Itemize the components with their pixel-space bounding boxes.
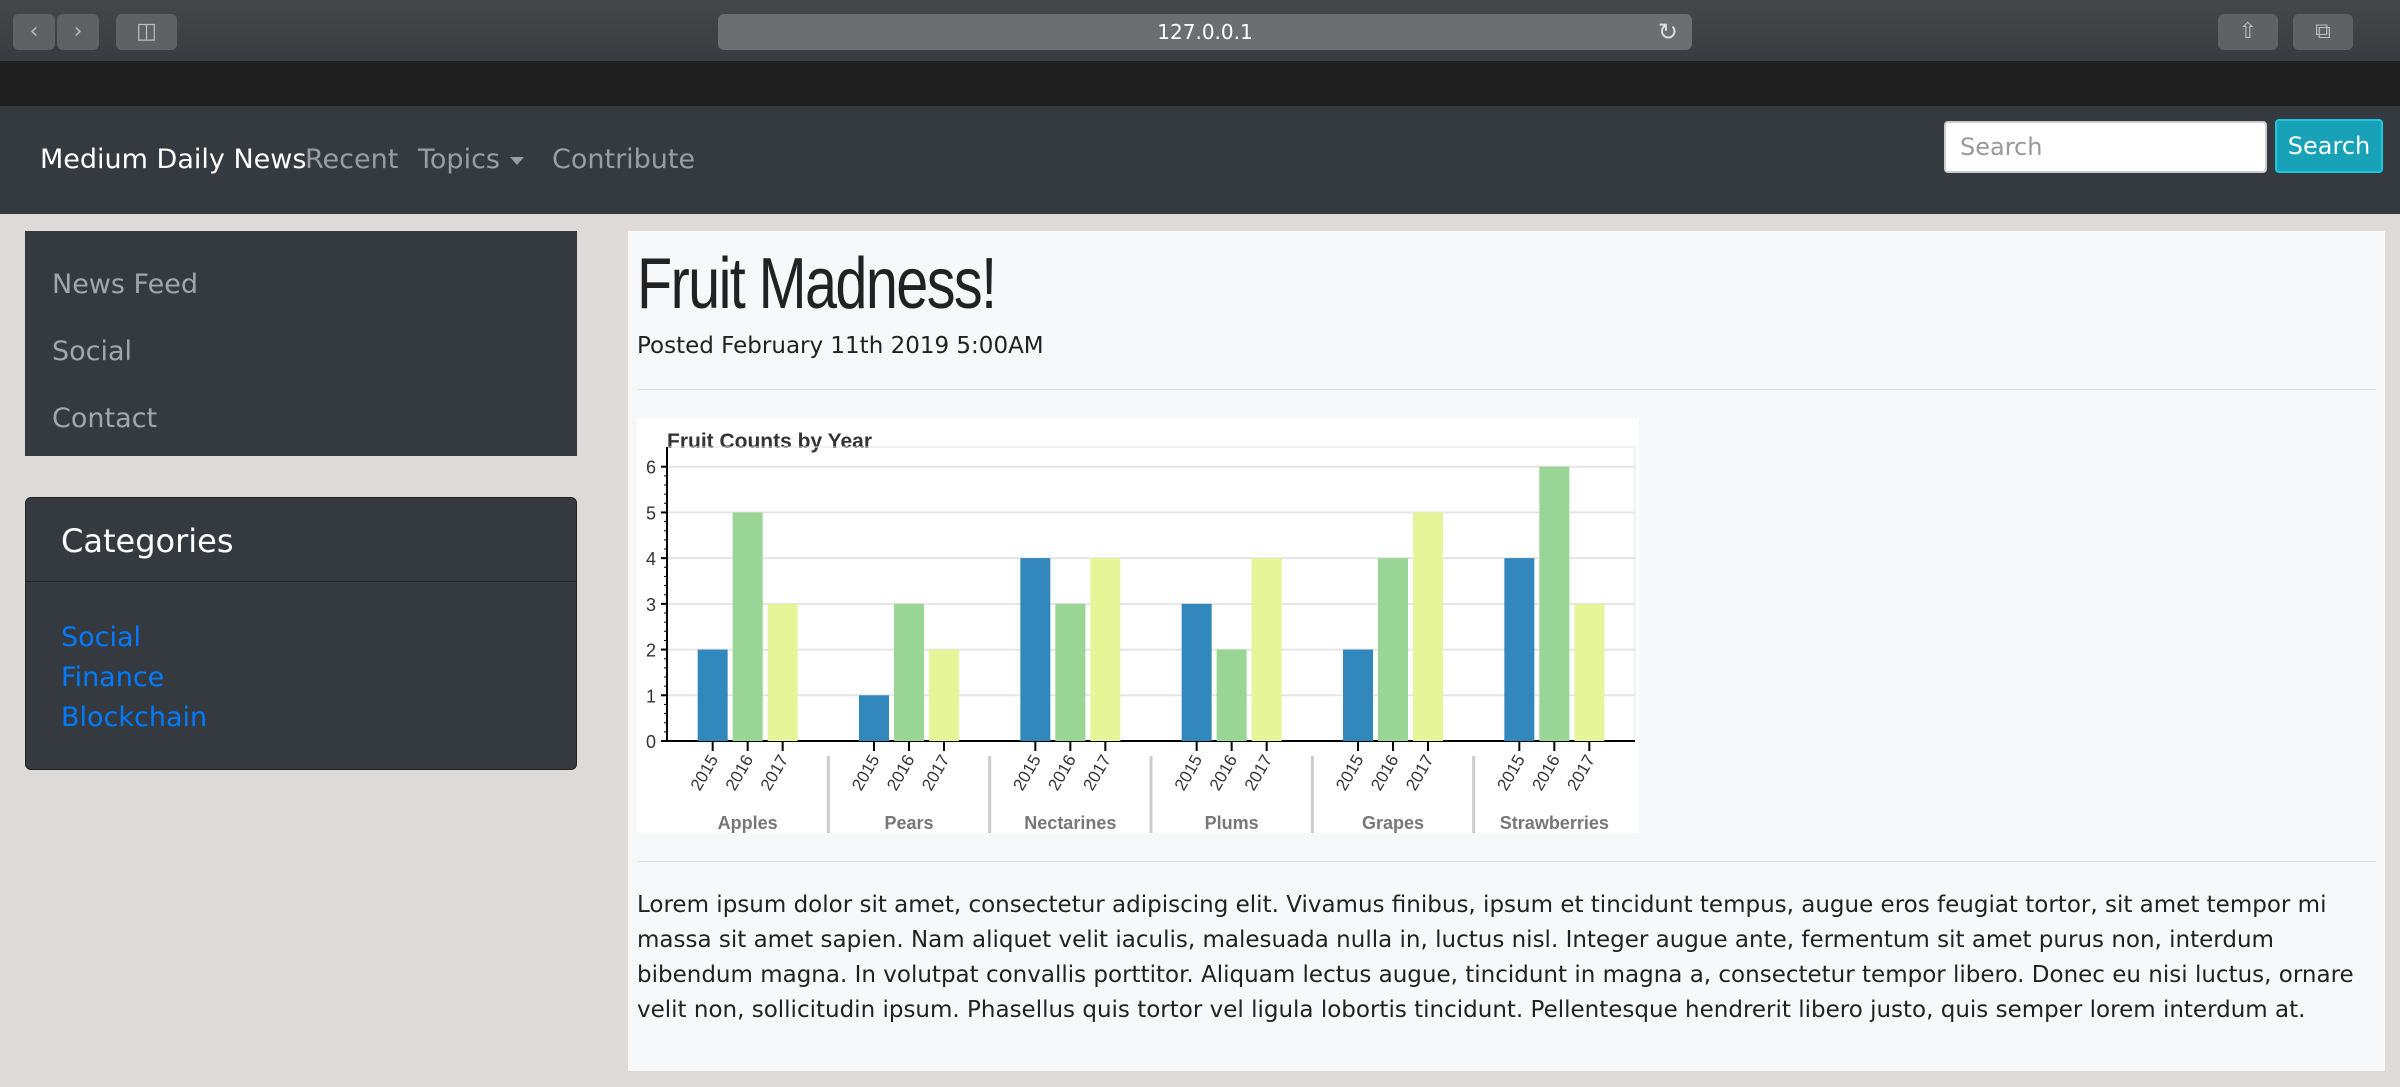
bar-plums-2016 [1216,649,1247,741]
navbar: Medium Daily News Recent Topics Contribu… [0,106,2400,214]
x-subtick-label: 2017 [1563,752,1598,794]
sidebar-item-social[interactable]: Social [25,318,577,385]
tab-bar [0,63,2400,106]
x-subtick-label: 2015 [1009,752,1044,794]
divider [637,389,2376,390]
bar-pears-2017 [929,649,959,741]
x-group-label: Grapes [1362,813,1424,833]
y-tick-label: 2 [646,641,656,661]
search-input[interactable] [1944,121,2267,173]
bar-nectarines-2015 [1020,558,1051,741]
x-group-label: Plums [1205,813,1259,833]
article: Fruit Madness! Posted February 11th 2019… [628,231,2385,1071]
bar-strawberries-2016 [1539,466,1570,741]
caret-down-icon [509,156,524,165]
bar-nectarines-2016 [1055,603,1086,741]
bar-pears-2016 [894,603,924,741]
bar-plums-2017 [1251,558,1282,741]
brand-link[interactable]: Medium Daily News [40,144,306,175]
article-body: Lorem ipsum dolor sit amet, consectetur … [637,892,2354,1023]
back-button[interactable]: ‹ [13,14,55,50]
nav-recent[interactable]: Recent [305,144,398,175]
x-group-label: Nectarines [1024,813,1116,833]
x-group-label: Apples [718,813,778,833]
chart-title: Fruit Counts by Year [667,430,872,453]
x-subtick-label: 2017 [1402,752,1437,794]
x-group-label: Strawberries [1500,813,1609,833]
chart: Fruit Counts by Year 0 1 2 3 4 5 6 2015 2016 2017 A… [637,418,1639,833]
bar-apples-2017 [767,603,798,741]
x-subtick-label: 2017 [1079,752,1114,794]
nav-contribute[interactable]: Contribute [552,144,695,175]
x-subtick-label: 2017 [1241,752,1276,794]
nav-topics-label: Topics [418,144,500,175]
reload-icon[interactable]: ↻ [1658,14,1678,50]
x-subtick-label: 2016 [1528,752,1563,794]
x-subtick-label: 2015 [848,752,883,794]
x-subtick-label: 2016 [1367,752,1402,794]
sidebar-item-contact[interactable]: Contact [25,385,577,452]
y-tick-label: 0 [646,732,656,752]
x-subtick-label: 2015 [687,752,722,794]
search-button[interactable]: Search [2275,119,2383,173]
y-tick-label: 1 [646,686,656,706]
bar-plums-2015 [1181,603,1212,741]
posted-date: Posted February 11th 2019 5:00AM [637,333,1044,359]
bar-grapes-2016 [1378,558,1408,741]
x-subtick-label: 2017 [918,752,953,794]
bar-pears-2015 [859,695,889,741]
forward-button[interactable]: › [57,14,99,50]
chart-svg: Fruit Counts by Year01234562015 2016 2017A… [646,430,1636,833]
bar-nectarines-2017 [1090,558,1121,741]
sidebar-menu: News Feed Social Contact [25,231,577,456]
nav-topics[interactable]: Topics [418,144,524,175]
plot-frame [666,446,1636,742]
bar-apples-2015 [697,649,728,741]
x-subtick-label: 2015 [1332,752,1367,794]
bar-strawberries-2017 [1574,603,1605,741]
categories-card: Categories Social Finance Blockchain [25,497,577,770]
category-blockchain[interactable]: Blockchain [61,702,207,733]
x-subtick-label: 2016 [1044,752,1079,794]
address-bar[interactable]: 127.0.0.1 ↻ [718,14,1692,50]
x-subtick-label: 2016 [883,752,918,794]
article-title: Fruit Madness! [637,244,997,324]
x-subtick-label: 2015 [1493,752,1528,794]
share-icon[interactable]: ⇧ [2218,14,2278,50]
divider [637,861,2376,862]
x-group-label: Pears [884,813,933,833]
bar-strawberries-2015 [1504,558,1535,741]
x-subtick-label: 2016 [722,752,757,794]
url-text: 127.0.0.1 [1157,20,1253,44]
bar-grapes-2017 [1413,512,1443,741]
x-subtick-label: 2017 [757,752,792,794]
bar-grapes-2015 [1343,649,1373,741]
x-subtick-label: 2016 [1206,752,1241,794]
x-subtick-label: 2015 [1171,752,1206,794]
sidebar-toggle-icon[interactable]: ◫ [116,14,177,50]
sidebar-item-news-feed[interactable]: News Feed [25,251,577,318]
bar-apples-2016 [732,512,763,741]
category-finance[interactable]: Finance [61,662,164,693]
category-social[interactable]: Social [61,622,141,653]
y-tick-label: 3 [646,595,656,615]
tabs-icon[interactable]: ⧉ [2293,14,2353,50]
y-tick-label: 5 [646,503,656,523]
y-tick-label: 4 [646,549,656,569]
categories-title: Categories [26,498,576,582]
browser-toolbar: ‹ › ◫ 127.0.0.1 ↻ ⇧ ⧉ [0,0,2400,63]
y-tick-label: 6 [646,458,656,478]
